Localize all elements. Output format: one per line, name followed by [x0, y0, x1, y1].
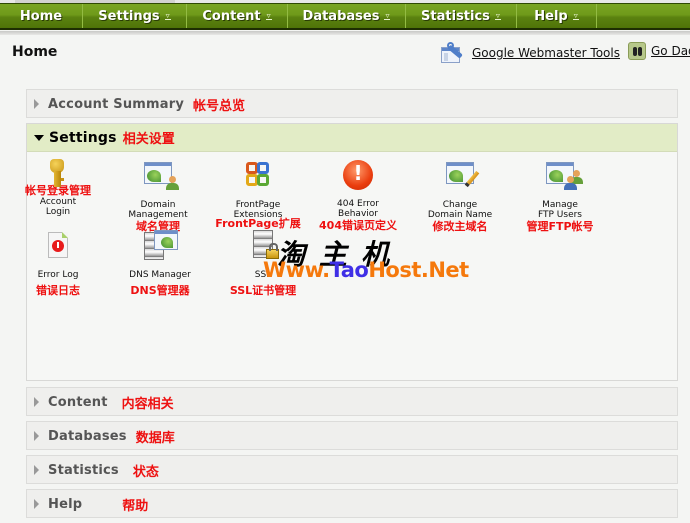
section-cn-annotation: 帐号总览 — [193, 98, 246, 114]
tool-cn-annotation: 错误日志 — [36, 284, 80, 297]
nav-help[interactable]: Help ▿ — [517, 4, 597, 28]
nav-content[interactable]: Content ▿ — [187, 4, 288, 28]
section-cn-annotation: 数据库 — [135, 430, 175, 446]
watermark-url: Www.TaoHost.Net — [263, 258, 469, 282]
tool-domain-management[interactable]: Domain Management 域名管理 — [108, 162, 208, 233]
tool-cn-annotation: 404错误页定义 — [319, 219, 397, 232]
change-domain-icon — [444, 162, 480, 194]
section-header-help[interactable]: Help 帮助 — [27, 490, 677, 518]
chevron-down-icon: ▿ — [572, 11, 579, 20]
chevron-down-icon: ▿ — [265, 11, 272, 20]
page-title: Home — [12, 44, 58, 60]
section-header-content[interactable]: Content 内容相关 — [27, 388, 677, 416]
section-title: Statistics — [48, 462, 119, 478]
nav-home-label: Home — [19, 8, 63, 24]
section-title: Databases — [48, 428, 127, 444]
watermark-url-mid: Tao — [329, 258, 369, 282]
tool-label: FrontPage — [235, 200, 281, 210]
frontpage-icon — [242, 160, 274, 192]
expand-arrow-icon — [34, 431, 39, 441]
tool-account-login[interactable]: 帐号登录管理 Account Login — [8, 158, 108, 217]
tool-cn-annotation: SSL证书管理 — [229, 284, 297, 297]
tool-404-error-behavior[interactable]: ! 404 Error Behavior 404错误页定义 — [308, 159, 408, 232]
key-icon — [42, 158, 74, 190]
nav-content-label: Content — [202, 8, 261, 24]
error-404-icon: ! — [342, 159, 374, 191]
tool-cn-annotation: 管理FTP帐号 — [526, 220, 594, 233]
section-header-databases[interactable]: Databases 数据库 — [27, 422, 677, 450]
chevron-down-icon: ▿ — [384, 11, 391, 20]
godaddy-link[interactable]: Go Dad — [628, 42, 690, 60]
collapse-arrow-icon — [34, 134, 44, 141]
nav-databases-label: Databases — [302, 8, 380, 24]
tool-label: 404 Error — [337, 199, 379, 209]
nav-statistics[interactable]: Statistics ▿ — [406, 4, 517, 28]
section-title: Help — [48, 496, 83, 512]
section-databases: Databases 数据库 — [26, 421, 678, 450]
ftp-users-icon — [544, 162, 583, 194]
section-cn-annotation: 状态 — [132, 464, 159, 480]
domain-management-icon — [142, 162, 179, 194]
section-cn-annotation: 相关设置 — [122, 132, 175, 147]
tool-label: DNS Manager — [129, 270, 191, 280]
watermark-url-prefix: Www. — [263, 258, 330, 282]
nav-settings-label: Settings — [98, 8, 160, 24]
section-help: Help 帮助 — [26, 489, 678, 518]
tool-change-domain-name[interactable]: Change Domain Name 修改主域名 — [410, 162, 510, 233]
tool-label: Login — [45, 207, 71, 217]
section-account-summary: Account Summary 帐号总览 — [26, 89, 678, 118]
godaddy-label: Go Dad — [651, 44, 690, 58]
tool-cn-annotation: 修改主域名 — [432, 220, 488, 233]
nav-filler — [597, 4, 690, 28]
section-content: Content 内容相关 — [26, 387, 678, 416]
expand-arrow-icon — [34, 499, 39, 509]
nav-settings[interactable]: Settings ▿ — [83, 4, 187, 28]
section-title: Content — [48, 394, 108, 410]
section-title: Account Summary — [48, 96, 185, 112]
expand-arrow-icon — [34, 99, 39, 109]
section-cn-annotation: 内容相关 — [121, 396, 174, 412]
google-webmaster-tools-link[interactable]: Google Webmaster Tools — [440, 42, 620, 64]
watermark-url-suffix: Host.Net — [368, 258, 469, 282]
expand-arrow-icon — [34, 465, 39, 475]
section-header-account-summary[interactable]: Account Summary 帐号总览 — [27, 90, 677, 118]
section-header-settings[interactable]: Settings 相关设置 — [27, 124, 677, 152]
webmaster-tools-icon — [440, 42, 467, 64]
main-nav: Home Settings ▿ Content ▿ Databases ▿ Stati… — [0, 3, 690, 30]
google-webmaster-tools-label: Google Webmaster Tools — [472, 46, 620, 60]
tool-frontpage-extensions[interactable]: FrontPage Extensions FrontPage扩展 — [208, 160, 308, 230]
tool-label: Domain Name — [427, 210, 493, 220]
tool-label: Behavior — [338, 209, 378, 219]
chevron-down-icon: ▿ — [494, 11, 501, 20]
nav-databases[interactable]: Databases ▿ — [288, 4, 406, 28]
tool-error-log[interactable]: Error Log 错误日志 — [8, 230, 108, 297]
section-title: Settings — [49, 129, 117, 146]
tool-label: Domain — [140, 200, 176, 210]
tool-dns-manager[interactable]: DNS Manager DNS管理器 — [110, 230, 210, 297]
error-log-icon — [42, 230, 74, 262]
godaddy-icon — [628, 42, 646, 60]
expand-arrow-icon — [34, 397, 39, 407]
nav-help-label: Help — [534, 8, 568, 24]
tool-label: Change — [442, 200, 478, 210]
section-cn-annotation: 帮助 — [122, 498, 149, 514]
tool-cn-annotation: FrontPage扩展 — [215, 217, 301, 230]
tool-manage-ftp-users[interactable]: Manage FTP Users 管理FTP帐号 — [510, 162, 610, 233]
chevron-down-icon: ▿ — [164, 11, 171, 20]
tool-label: Manage — [542, 200, 578, 210]
dns-manager-icon — [144, 230, 178, 262]
tool-label: Error Log — [37, 270, 79, 280]
tool-label: Account — [39, 197, 77, 207]
tool-cn-annotation: DNS管理器 — [130, 284, 190, 297]
tool-label: Management — [128, 210, 188, 220]
tool-label: FTP Users — [537, 210, 582, 220]
nav-home[interactable]: Home — [0, 4, 83, 28]
nav-shadow — [0, 31, 690, 35]
nav-statistics-label: Statistics — [421, 8, 490, 24]
section-statistics: Statistics 状态 — [26, 455, 678, 484]
section-header-statistics[interactable]: Statistics 状态 — [27, 456, 677, 484]
